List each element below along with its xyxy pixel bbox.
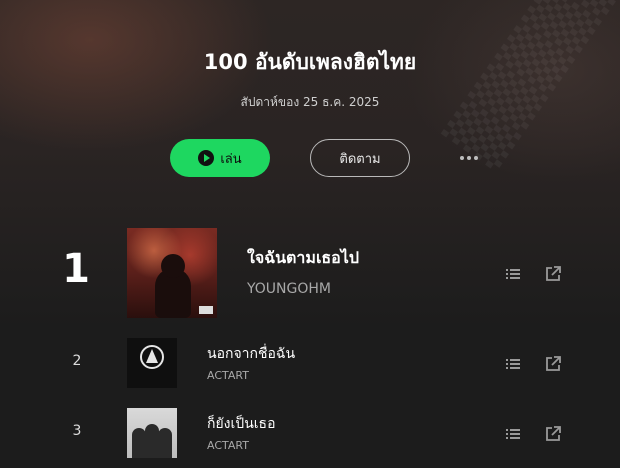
track-artist[interactable]: ACTART — [207, 439, 249, 452]
track-rank: 1 — [62, 246, 90, 292]
open-external-icon[interactable] — [545, 426, 561, 442]
follow-button[interactable]: ติดตาม — [310, 139, 410, 177]
open-external-icon[interactable] — [545, 266, 561, 282]
track-artist[interactable]: YOUNGOHM — [247, 281, 331, 297]
track-title[interactable]: ก็ยังเป็นเธอ — [207, 413, 276, 435]
open-external-icon[interactable] — [545, 356, 561, 372]
play-button[interactable]: เล่น — [170, 139, 270, 177]
more-options-button[interactable] — [455, 148, 483, 168]
album-art[interactable] — [127, 228, 217, 318]
album-art[interactable] — [127, 338, 177, 388]
week-subtitle: สัปดาห์ของ 25 ธ.ค. 2025 — [240, 95, 380, 109]
queue-list-icon[interactable] — [505, 356, 521, 372]
play-circle-icon — [198, 150, 215, 166]
track-title[interactable]: นอกจากชื่อฉัน — [207, 343, 295, 365]
track-artist[interactable]: ACTART — [207, 369, 249, 382]
play-button-label: เล่น — [220, 151, 242, 167]
more-dots-icon — [460, 156, 464, 160]
queue-list-icon[interactable] — [505, 426, 521, 442]
track-rank: 2 — [72, 353, 82, 369]
album-art[interactable] — [127, 408, 177, 458]
page-title: 100 อันดับเพลงฮิตไทย — [203, 50, 417, 74]
track-title[interactable]: ใจฉันตามเธอไป — [247, 246, 359, 271]
track-rank: 3 — [72, 423, 82, 439]
queue-list-icon[interactable] — [505, 266, 521, 282]
